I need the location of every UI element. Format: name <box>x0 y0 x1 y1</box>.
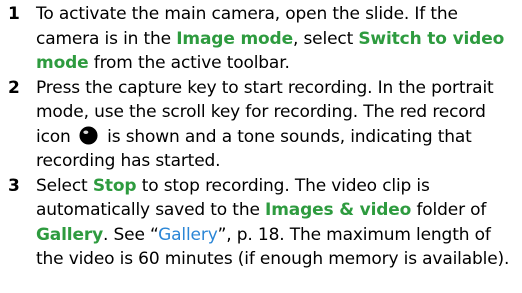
step-number: 2 <box>8 77 20 98</box>
step-text: . See “ <box>103 224 159 245</box>
step-3: 3 Select Stop to stop recording. The vid… <box>8 174 520 272</box>
ui-term-images-and-video: Images & video <box>265 200 412 220</box>
step-text: Select <box>36 175 93 196</box>
ui-term-image-mode: Image mode <box>176 28 293 49</box>
gallery-link[interactable]: Gallery <box>158 225 218 245</box>
step-text: folder of <box>411 200 487 220</box>
step-1: 1 To activate the main camera, open the … <box>8 2 520 76</box>
ui-term-stop: Stop <box>92 175 137 196</box>
ui-term-gallery: Gallery <box>36 224 104 245</box>
step-number: 3 <box>8 175 20 196</box>
record-icon <box>79 125 98 145</box>
step-text: is shown and a tone sounds, indicating t… <box>36 126 472 172</box>
step-text: from the active toolbar. <box>88 53 290 73</box>
step-2: 2 Press the capture key to start recordi… <box>8 76 520 174</box>
instruction-steps: 1 To activate the main camera, open the … <box>8 2 520 272</box>
step-text: , select <box>292 28 359 49</box>
step-number: 1 <box>8 4 20 24</box>
